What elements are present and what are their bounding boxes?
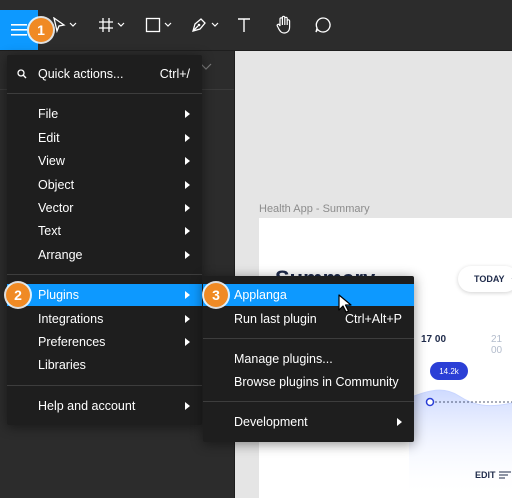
chevron-right-icon [185,251,190,259]
menu-item-quick-actions[interactable]: Quick actions... Ctrl+/ [7,63,202,85]
menu-item-plugins[interactable]: Plugins [7,284,202,306]
menu-item-label: Vector [38,201,74,215]
menu-item-text[interactable]: Text [7,220,202,242]
text-tool[interactable] [236,12,252,38]
chevron-down-icon [164,22,172,27]
value-bubble: 14.2k [430,362,468,380]
today-label: TODAY [474,274,505,284]
menu-item-label: Applanga [234,288,287,302]
menu-item-label: Integrations [38,312,104,326]
menu-item-label: Run last plugin [234,312,317,326]
menu-item-browse-plugins[interactable]: Browse plugins in Community [203,371,414,393]
hand-tool[interactable] [275,12,293,38]
menu-item-integrations[interactable]: Integrations [7,308,202,330]
step-badge-3: 3 [204,283,228,307]
menu-item-edit[interactable]: Edit [7,127,202,149]
menu-item-label: Arrange [38,248,83,262]
pen-icon [192,18,206,32]
edit-label: EDIT [475,470,496,480]
main-menu: Quick actions... Ctrl+/ File Edit View O… [7,55,202,425]
menu-item-label: Help and account [38,399,136,413]
shape-tool[interactable] [145,12,172,38]
chevron-right-icon [185,402,190,410]
chevron-right-icon [185,338,190,346]
chevron-right-icon [185,227,190,235]
pen-tool[interactable] [190,12,219,38]
today-dropdown: TODAY [458,266,512,292]
rectangle-icon [145,17,161,33]
search-icon [17,69,27,79]
menu-icon [11,24,27,36]
menu-item-label: Manage plugins... [234,352,333,366]
frame-icon [99,18,113,32]
menu-item-run-last-plugin[interactable]: Run last plugin Ctrl+Alt+P [203,308,414,330]
menu-item-label: Browse plugins in Community [234,375,399,389]
time-label: 21 00 [491,334,503,356]
frame-label[interactable]: Health App - Summary [259,203,370,215]
menu-item-label: Development [234,415,308,429]
chevron-right-icon [185,181,190,189]
menu-item-help[interactable]: Help and account [7,395,202,417]
move-icon [53,17,66,33]
menu-item-label: Text [38,224,61,238]
menu-item-label: Edit [38,131,60,145]
menu-item-label: Object [38,178,75,192]
menu-item-preferences[interactable]: Preferences [7,331,202,353]
menu-item-label: View [38,154,65,168]
menu-divider [7,93,202,94]
chevron-right-icon [185,315,190,323]
comment-icon [315,17,331,33]
menu-item-file[interactable]: File [7,103,202,125]
menu-item-vector[interactable]: Vector [7,197,202,219]
menu-item-development[interactable]: Development [203,411,414,433]
chevron-right-icon [185,204,190,212]
menu-item-object[interactable]: Object [7,174,202,196]
hand-icon [276,15,291,34]
menu-item-label: Quick actions... [38,67,124,81]
chevron-right-icon [185,134,190,142]
cursor-icon [338,294,352,313]
text-icon [238,18,250,32]
step-badge-2: 2 [6,283,30,307]
toolbar [0,0,512,51]
move-tool[interactable] [52,12,77,38]
chevron-down-icon [69,22,77,27]
time-label: 17 00 [421,334,447,345]
menu-divider [7,274,202,275]
frame-tool[interactable] [98,12,125,38]
comment-tool[interactable] [314,12,332,38]
menu-item-label: Plugins [38,288,79,302]
chevron-right-icon [185,157,190,165]
menu-divider [203,338,414,339]
menu-item-manage-plugins[interactable]: Manage plugins... [203,348,414,370]
list-icon [499,471,511,479]
menu-item-label: Preferences [38,335,106,349]
chevron-right-icon [397,418,402,426]
menu-item-arrange[interactable]: Arrange [7,244,202,266]
menu-item-label: File [38,107,59,121]
menu-item-libraries[interactable]: Libraries [7,354,202,376]
plugins-submenu: Applanga Run last plugin Ctrl+Alt+P Mana… [203,276,414,442]
menu-item-applanga[interactable]: Applanga [203,284,414,306]
menu-item-view[interactable]: View [7,150,202,172]
shortcut-label: Ctrl+Alt+P [345,312,402,326]
menu-divider [203,401,414,402]
menu-divider [7,385,202,386]
chevron-right-icon [185,291,190,299]
shortcut-label: Ctrl+/ [159,67,190,81]
chevron-right-icon [185,110,190,118]
chevron-down-icon [211,22,219,27]
step-badge-1: 1 [29,18,53,42]
menu-item-label: Libraries [38,358,86,372]
chevron-down-icon [117,22,125,27]
